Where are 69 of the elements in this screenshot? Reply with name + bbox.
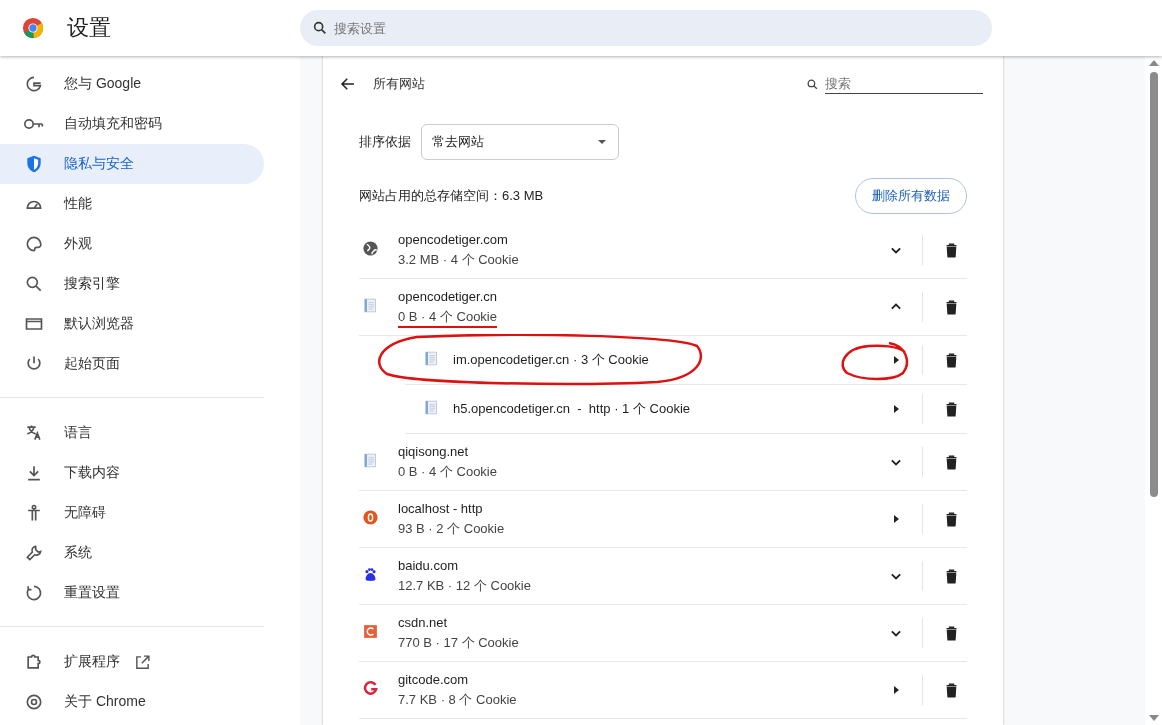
caret-icon (598, 140, 606, 144)
c-favicon-icon (362, 623, 379, 640)
page-title: 设置 (67, 14, 112, 42)
menu-item-icon (24, 692, 44, 712)
site-name: baidu.com (398, 557, 459, 573)
sidebar-item[interactable]: 扩展程序 (0, 642, 264, 682)
menu-item-icon (24, 652, 44, 672)
menu-item-icon (24, 234, 44, 254)
site-name: csdn.net (398, 614, 449, 630)
scroll-up-arrow-icon[interactable] (1148, 60, 1159, 66)
shield-icon (24, 154, 44, 174)
site-name: opencodetiger.com (398, 231, 509, 247)
site-details: 7.7 KB · 8 个 Cookie (398, 690, 518, 709)
sidebar-item[interactable]: 起始页面 (0, 344, 264, 384)
search-input[interactable]: 搜索设置 (332, 19, 992, 37)
site-details: 93 B · 2 个 Cookie (398, 519, 506, 538)
sidebar-item[interactable]: 您与 Google (0, 64, 264, 104)
section-title: 所有网站 (373, 75, 425, 93)
storage-text: 网站占用的总存储空间：6.3 MB (359, 187, 544, 205)
chrome-logo-icon (22, 17, 44, 39)
sidebar-item[interactable]: 重置设置 (0, 573, 264, 613)
site-details: 3.2 MB · 4 个 Cookie (398, 250, 520, 269)
sidebar-item[interactable]: 默认浏览器 (0, 304, 264, 344)
subsite-name: im.opencodetiger.cn · 3 个 Cookie (453, 351, 650, 369)
document-icon (423, 350, 440, 367)
site-details: 770 B · 17 个 Cookie (398, 633, 520, 652)
sidebar-item[interactable]: 语言 (0, 413, 264, 453)
menu-item-icon (24, 583, 44, 603)
search-field[interactable]: 搜索设置 (300, 10, 992, 46)
g-favicon-icon (362, 680, 379, 697)
site-details: 0 B · 4 个 Cookie (398, 307, 498, 326)
delete-all-button[interactable]: 删除所有数据 (855, 178, 967, 214)
scrollbar[interactable] (1145, 56, 1162, 725)
globe-icon (362, 240, 379, 257)
menu-item-icon (24, 74, 44, 94)
sidebar-item[interactable]: 下载内容 (0, 453, 264, 493)
search-icon (312, 20, 328, 36)
triangle-right-icon (893, 515, 899, 523)
document-icon (362, 452, 379, 469)
site-details: 0 B · 4 个 Cookie (398, 462, 498, 481)
site-name: localhost - http (398, 500, 484, 516)
back-arrow-icon[interactable] (339, 75, 357, 93)
sidebar-item[interactable]: 隐私与安全 (0, 144, 264, 184)
sort-label: 排序依据 (359, 133, 411, 151)
triangle-right-icon (893, 356, 899, 364)
document-icon (423, 399, 440, 416)
sidebar-item[interactable]: 无障碍 (0, 493, 264, 533)
sidebar-item[interactable]: 性能 (0, 184, 264, 224)
sidebar-item[interactable]: 搜索引擎 (0, 264, 264, 304)
site-details: 12.7 KB · 12 个 Cookie (398, 576, 532, 595)
scrollbar-thumb[interactable] (1149, 72, 1158, 497)
menu-item-icon (24, 274, 44, 294)
sidebar-item[interactable]: 外观 (0, 224, 264, 264)
paw-favicon-icon (362, 566, 379, 583)
triangle-right-icon (893, 686, 899, 694)
circle-favicon-icon (362, 509, 379, 526)
sidebar-item[interactable]: 自动填充和密码 (0, 104, 264, 144)
menu-item-icon (24, 543, 44, 563)
sidebar-item[interactable]: 关于 Chrome (0, 682, 264, 722)
document-icon (362, 297, 379, 314)
sidebar-item[interactable]: 系统 (0, 533, 264, 573)
site-name: qiqisong.net (398, 443, 470, 459)
site-name: opencodetiger.cn (398, 288, 499, 304)
subsite-name: h5.opencodetiger.cn - http · 1 个 Cookie (453, 400, 692, 418)
sort-dropdown[interactable]: 常去网站 (421, 124, 619, 160)
site-name: gitcode.com (398, 671, 470, 687)
scroll-down-arrow-icon[interactable] (1148, 715, 1159, 721)
search-icon (806, 77, 819, 91)
triangle-right-icon (893, 405, 899, 413)
